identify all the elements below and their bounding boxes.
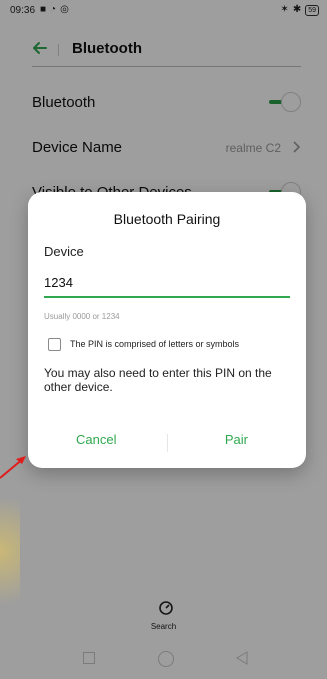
red-arrow-icon xyxy=(0,456,26,479)
pin-letters-checkbox[interactable] xyxy=(48,338,61,351)
pin-hint: Usually 0000 or 1234 xyxy=(44,312,120,321)
dialog-title: Bluetooth Pairing xyxy=(113,211,221,227)
pin-input-underline xyxy=(44,296,290,298)
dialog-buttons: Cancel Pair xyxy=(28,432,306,454)
pair-button[interactable]: Pair xyxy=(225,432,248,447)
checkbox-label[interactable]: The PIN is comprised of letters or symbo… xyxy=(70,339,239,349)
cancel-button[interactable]: Cancel xyxy=(76,432,116,447)
pin-note: You may also need to enter this PIN on t… xyxy=(44,366,272,394)
pin-input[interactable]: 1234 xyxy=(44,275,73,290)
bluetooth-pairing-dialog: Bluetooth Pairing Device 1234 Usually 00… xyxy=(28,192,306,468)
button-divider xyxy=(167,434,168,452)
edge-watermark xyxy=(0,476,20,626)
device-label: Device xyxy=(44,244,84,259)
